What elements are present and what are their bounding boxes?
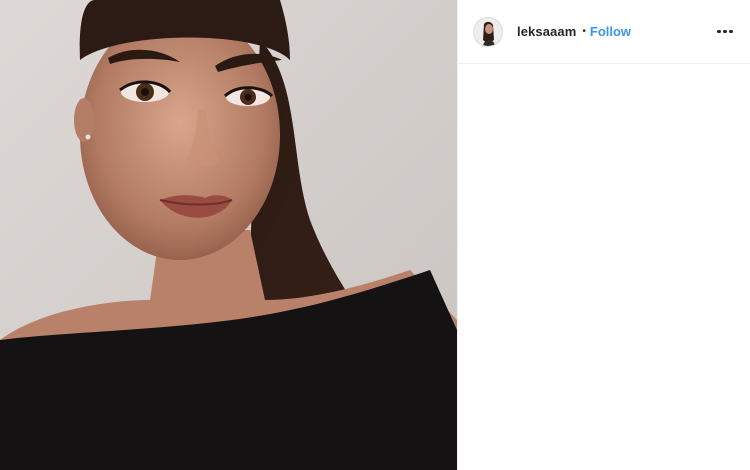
avatar-image <box>474 17 502 46</box>
author-avatar[interactable] <box>473 16 503 47</box>
selfie-image <box>0 0 457 470</box>
follow-button[interactable]: Follow <box>590 24 631 39</box>
author-username[interactable]: leksaaam <box>517 24 576 39</box>
more-dot <box>717 29 721 34</box>
more-options-icon[interactable] <box>714 21 736 43</box>
post-sidebar: leksaaam • Follow <box>457 0 750 470</box>
post-header: leksaaam • Follow <box>458 0 750 64</box>
post-photo[interactable] <box>0 0 457 470</box>
more-dot <box>729 29 733 34</box>
post-container: leksaaam • Follow <box>0 0 750 470</box>
separator-dot: • <box>582 26 586 37</box>
more-dot <box>723 29 727 34</box>
